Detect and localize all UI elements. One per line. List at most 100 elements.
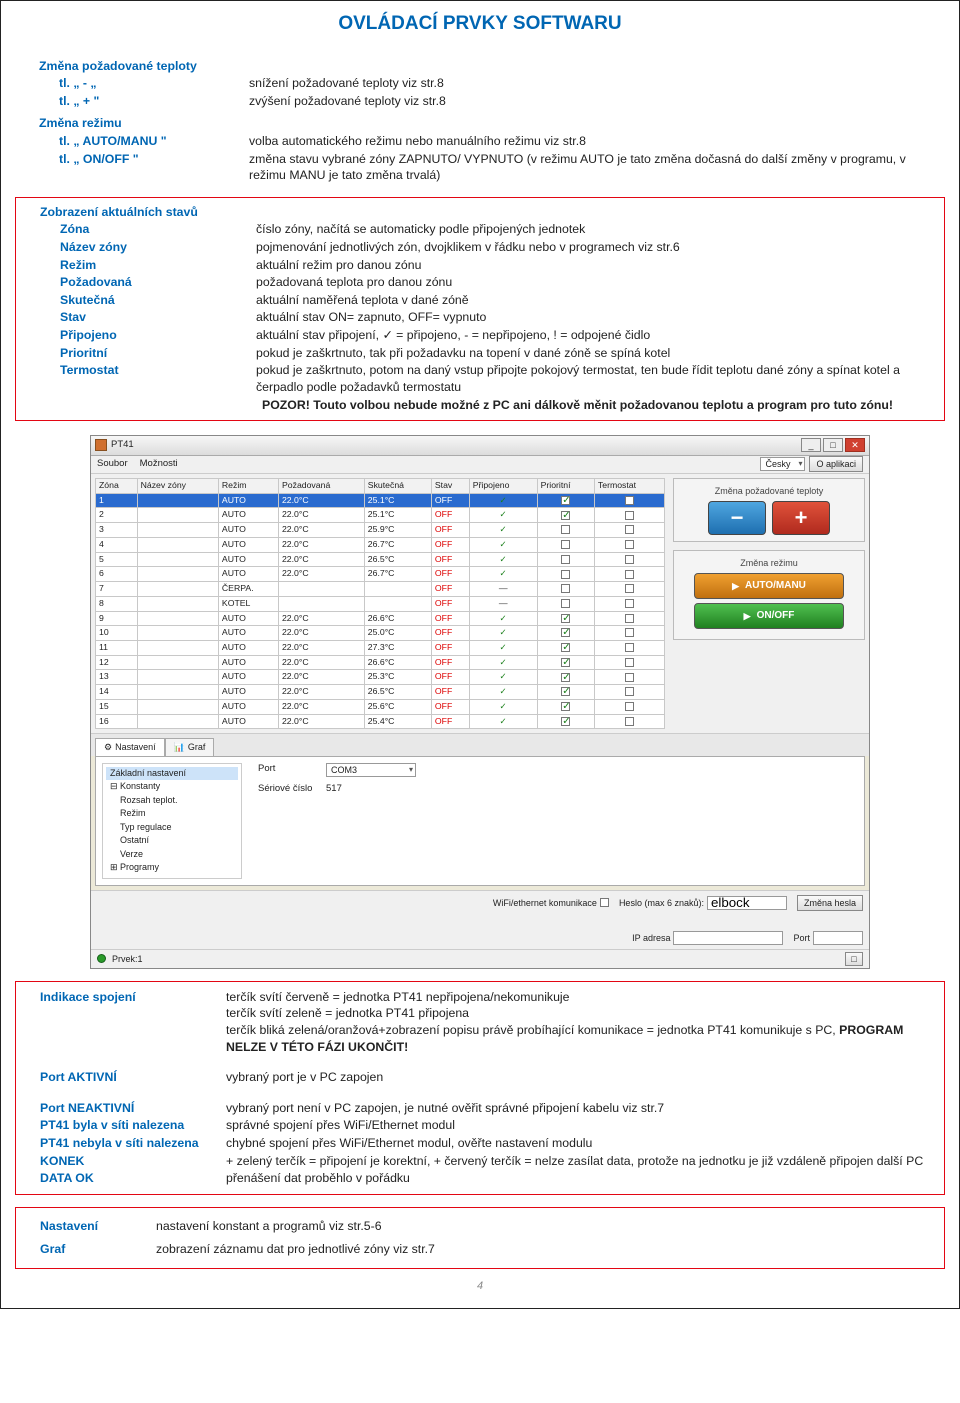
table-row[interactable]: 14AUTO22.0°C26.5°COFF✓ <box>96 685 665 700</box>
warning-text: ! Touto volbou nebude možné z PC ani dál… <box>306 398 893 412</box>
thermostat-checkbox[interactable] <box>625 628 634 637</box>
mode-panel-title: Změna režimu <box>680 557 858 569</box>
priority-checkbox[interactable] <box>561 599 570 608</box>
table-row[interactable]: 5AUTO22.0°C26.5°COFF✓ <box>96 552 665 567</box>
tree-typregulace[interactable]: Typ regulace <box>106 821 238 835</box>
priority-checkbox[interactable] <box>561 496 570 505</box>
table-row[interactable]: 3AUTO22.0°C25.9°COFF✓ <box>96 523 665 538</box>
table-row[interactable]: 4AUTO22.0°C26.7°COFF✓ <box>96 537 665 552</box>
status-text: Prvek:1 <box>112 953 143 965</box>
col-pozadovana[interactable]: Požadovaná <box>278 478 364 493</box>
thermostat-checkbox[interactable] <box>625 643 634 652</box>
netport-input[interactable] <box>813 931 863 945</box>
col-prioritni[interactable]: Prioritní <box>537 478 594 493</box>
automanu-button[interactable]: ▶AUTO/MANU <box>694 573 844 599</box>
col-stav[interactable]: Stav <box>431 478 469 493</box>
thermostat-checkbox[interactable] <box>625 540 634 549</box>
table-row[interactable]: 2AUTO22.0°C25.1°COFF✓ <box>96 508 665 523</box>
table-row[interactable]: 6AUTO22.0°C26.7°COFF✓ <box>96 567 665 582</box>
thermostat-checkbox[interactable] <box>625 614 634 623</box>
lab-nastaveni: Nastavení <box>26 1218 156 1235</box>
col-pripojeno[interactable]: Připojeno <box>469 478 537 493</box>
password-input[interactable] <box>707 896 787 910</box>
col-termostat[interactable]: Termostat <box>594 478 664 493</box>
thermostat-checkbox[interactable] <box>625 687 634 696</box>
tab-graf[interactable]: 📊 Graf <box>165 738 215 755</box>
priority-checkbox[interactable] <box>561 717 570 726</box>
statusbar: Prvek:1 □ <box>91 949 869 968</box>
table-row[interactable]: 11AUTO22.0°C27.3°COFF✓ <box>96 641 665 656</box>
priority-checkbox[interactable] <box>561 628 570 637</box>
priority-checkbox[interactable] <box>561 658 570 667</box>
table-row[interactable]: 7ČERPA.OFF— <box>96 582 665 597</box>
thermostat-checkbox[interactable] <box>625 525 634 534</box>
thermostat-checkbox[interactable] <box>625 658 634 667</box>
desc-btn-minus: snížení požadované teploty viz str.8 <box>249 75 935 92</box>
cfg-port-dropdown[interactable]: COM3 <box>326 763 416 777</box>
tree-programy[interactable]: ⊞ Programy <box>106 861 238 875</box>
desc-port-aktivni: vybraný port je v PC zapojen <box>226 1069 934 1086</box>
table-row[interactable]: 12AUTO22.0°C26.6°COFF✓ <box>96 655 665 670</box>
thermostat-checkbox[interactable] <box>625 599 634 608</box>
thermostat-checkbox[interactable] <box>625 584 634 593</box>
config-tree[interactable]: Základní nastavení ⊟ Konstanty Rozsah te… <box>102 763 242 879</box>
maximize-button[interactable]: □ <box>823 438 843 452</box>
priority-checkbox[interactable] <box>561 511 570 520</box>
tree-ostatni[interactable]: Ostatní <box>106 834 238 848</box>
priority-checkbox[interactable] <box>561 687 570 696</box>
desc-btn-onoff: změna stavu vybrané zóny ZAPNUTO/ VYPNUT… <box>249 151 935 184</box>
onoff-button[interactable]: ▶ON/OFF <box>694 603 844 629</box>
tree-verze[interactable]: Verze <box>106 848 238 862</box>
lab-pt41-nalezena: PT41 byla v síti nalezena <box>26 1117 226 1134</box>
priority-checkbox[interactable] <box>561 614 570 623</box>
thermostat-checkbox[interactable] <box>625 496 634 505</box>
close-button[interactable]: ✕ <box>845 438 865 452</box>
about-button[interactable]: O aplikaci <box>809 456 863 472</box>
language-dropdown[interactable]: Česky <box>760 457 805 471</box>
status-label: Požadovaná <box>40 274 160 291</box>
change-password-button[interactable]: Změna hesla <box>797 895 863 911</box>
tree-rezim[interactable]: Režim <box>106 807 238 821</box>
priority-checkbox[interactable] <box>561 643 570 652</box>
priority-checkbox[interactable] <box>561 702 570 711</box>
priority-checkbox[interactable] <box>561 673 570 682</box>
priority-checkbox[interactable] <box>561 525 570 534</box>
thermostat-checkbox[interactable] <box>625 555 634 564</box>
status-label: Režim <box>40 257 160 274</box>
priority-checkbox[interactable] <box>561 555 570 564</box>
table-row[interactable]: 9AUTO22.0°C26.6°COFF✓ <box>96 611 665 626</box>
thermostat-checkbox[interactable] <box>625 570 634 579</box>
table-row[interactable]: 13AUTO22.0°C25.3°COFF✓ <box>96 670 665 685</box>
minimize-button[interactable]: _ <box>801 438 821 452</box>
menu-soubor[interactable]: Soubor <box>97 458 128 471</box>
menu-moznosti[interactable]: Možnosti <box>140 458 178 471</box>
table-row[interactable]: 8KOTELOFF— <box>96 596 665 611</box>
table-row[interactable]: 10AUTO22.0°C25.0°COFF✓ <box>96 626 665 641</box>
page-number: 4 <box>1 1279 959 1294</box>
priority-checkbox[interactable] <box>561 584 570 593</box>
priority-checkbox[interactable] <box>561 570 570 579</box>
wifi-checkbox[interactable] <box>600 898 609 907</box>
tree-rozsah[interactable]: Rozsah teplot. <box>106 794 238 808</box>
cfg-serial-label: Sériové číslo <box>258 783 318 796</box>
temp-minus-button[interactable]: − <box>708 501 766 535</box>
thermostat-checkbox[interactable] <box>625 511 634 520</box>
tree-zakladni[interactable]: Základní nastavení <box>106 767 238 781</box>
priority-checkbox[interactable] <box>561 540 570 549</box>
tree-konstanty[interactable]: ⊟ Konstanty <box>106 780 238 794</box>
col-rezim[interactable]: Režim <box>218 478 278 493</box>
col-nazev[interactable]: Název zóny <box>137 478 218 493</box>
tab-nastaveni[interactable]: ⚙ Nastavení <box>95 738 165 755</box>
col-skutecna[interactable]: Skutečná <box>364 478 431 493</box>
temp-plus-button[interactable]: + <box>772 501 830 535</box>
thermostat-checkbox[interactable] <box>625 717 634 726</box>
thermostat-checkbox[interactable] <box>625 673 634 682</box>
ip-input[interactable] <box>673 931 783 945</box>
table-row[interactable]: 1AUTO22.0°C25.1°COFF✓ <box>96 493 665 508</box>
table-row[interactable]: 16AUTO22.0°C25.4°COFF✓ <box>96 714 665 729</box>
table-row[interactable]: 15AUTO22.0°C25.6°COFF✓ <box>96 699 665 714</box>
zones-table[interactable]: Zóna Název zóny Režim Požadovaná Skutečn… <box>95 478 665 729</box>
col-zona[interactable]: Zóna <box>96 478 138 493</box>
thermostat-checkbox[interactable] <box>625 702 634 711</box>
statusbar-button[interactable]: □ <box>845 952 863 966</box>
